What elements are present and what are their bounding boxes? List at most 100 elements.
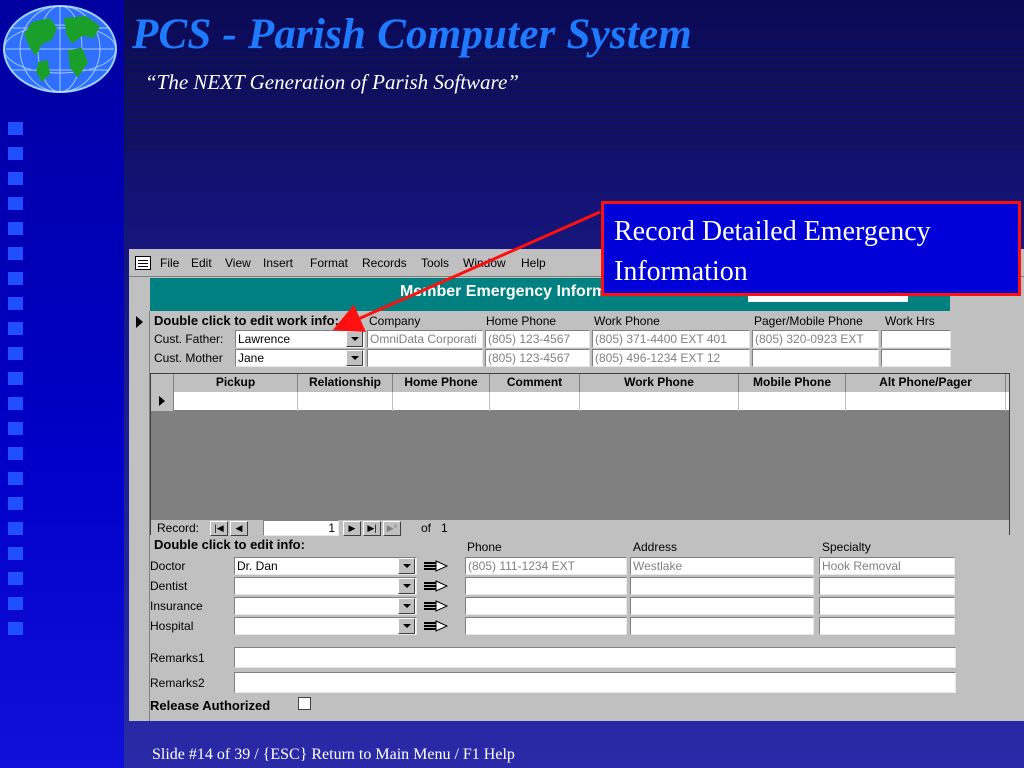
hospital-name-combo[interactable] [234, 617, 417, 635]
table-row[interactable] [151, 392, 1009, 411]
doctor-specialty[interactable]: Hook Removal [819, 557, 955, 575]
father-work-phone[interactable]: (805) 371-4400 EXT 401 [592, 330, 750, 348]
menu-insert[interactable]: Insert [263, 256, 293, 270]
father-company[interactable]: OmniData Corporati [367, 330, 483, 348]
first-record-icon[interactable]: |◀ [210, 521, 228, 536]
dentist-name-combo[interactable] [234, 577, 417, 595]
insurance-dropdown-icon[interactable] [398, 598, 415, 614]
row-selector-icon[interactable] [151, 392, 174, 411]
prev-record-icon[interactable]: ◀ [230, 521, 248, 536]
col-relationship[interactable]: Relationship [298, 374, 393, 392]
doctor-phone[interactable]: (805) 111-1234 EXT [465, 557, 627, 575]
access-window: File Edit View Insert Format Records Too… [129, 249, 1024, 721]
remarks1-field[interactable] [234, 647, 956, 668]
cell-work-phone[interactable] [580, 392, 739, 411]
decor-square [8, 447, 23, 460]
hospital-address[interactable] [630, 617, 814, 635]
record-number-input[interactable]: 1 [263, 520, 339, 536]
col-contact-phone: Phone [467, 540, 502, 554]
remarks2-field[interactable] [234, 672, 956, 693]
insurance-specialty[interactable] [819, 597, 955, 615]
col-comment[interactable]: Comment [490, 374, 580, 392]
col-contact-specialty: Specialty [822, 540, 871, 554]
dentist-dropdown-icon[interactable] [398, 578, 415, 594]
pickup-table-header: Pickup Relationship Home Phone Comment W… [151, 374, 1009, 392]
father-dropdown-icon[interactable] [346, 331, 363, 347]
hospital-pointer-icon[interactable] [423, 620, 449, 632]
hospital-dropdown-icon[interactable] [398, 618, 415, 634]
decor-square [8, 472, 23, 485]
father-home-phone[interactable]: (805) 123-4567 [485, 330, 590, 348]
insurance-phone[interactable] [465, 597, 627, 615]
cell-mobile-phone[interactable] [739, 392, 846, 411]
mother-pager[interactable] [752, 349, 879, 367]
menu-window[interactable]: Window [463, 256, 506, 270]
dentist-label: Dentist [150, 579, 188, 593]
menu-tools[interactable]: Tools [421, 256, 449, 270]
col-pager: Pager/Mobile Phone [754, 314, 863, 328]
dentist-pointer-icon[interactable] [423, 580, 449, 592]
hospital-phone[interactable] [465, 617, 627, 635]
col-pickup[interactable]: Pickup [174, 374, 298, 392]
next-record-icon[interactable]: ▶ [343, 521, 361, 536]
current-record-icon [136, 316, 143, 328]
cell-pickup[interactable] [174, 392, 298, 411]
hospital-label: Hospital [150, 619, 194, 633]
doctor-pointer-icon[interactable] [423, 560, 449, 572]
col-mobile-phone[interactable]: Mobile Phone [739, 374, 846, 392]
col-pickup-home-phone[interactable]: Home Phone [393, 374, 490, 392]
slide-footer: Slide #14 of 39 / {ESC} Return to Main M… [152, 746, 515, 763]
work-info-label: Double click to edit work info: [154, 313, 339, 328]
decor-square [8, 297, 23, 310]
mother-work-phone[interactable]: (805) 496-1234 EXT 12 [592, 349, 750, 367]
menu-file[interactable]: File [160, 256, 179, 270]
dentist-phone[interactable] [465, 577, 627, 595]
father-work-hrs[interactable] [881, 330, 951, 348]
release-checkbox[interactable] [298, 697, 311, 710]
dentist-specialty[interactable] [819, 577, 955, 595]
new-record-icon[interactable]: ▶* [383, 521, 401, 536]
decor-square [8, 397, 23, 410]
cell-comment[interactable] [490, 392, 580, 411]
remarks2-label: Remarks2 [150, 676, 205, 690]
insurance-name-combo[interactable] [234, 597, 417, 615]
col-work-hrs: Work Hrs [885, 314, 935, 328]
record-label: Record: [157, 521, 200, 535]
father-pager[interactable]: (805) 320-0923 EXT [752, 330, 879, 348]
cell-alt-phone[interactable] [846, 392, 1006, 411]
doctor-label: Doctor [150, 559, 186, 573]
cell-home-phone[interactable] [393, 392, 490, 411]
hospital-specialty[interactable] [819, 617, 955, 635]
globe-logo-icon [3, 5, 117, 93]
doctor-address[interactable]: Westlake [630, 557, 814, 575]
mother-dropdown-icon[interactable] [346, 350, 363, 366]
record-selector[interactable] [129, 311, 150, 721]
decor-square [8, 622, 23, 635]
doctor-name-combo[interactable]: Dr. Dan [234, 557, 417, 575]
mother-home-phone[interactable]: (805) 123-4567 [485, 349, 590, 367]
col-pickup-work-phone[interactable]: Work Phone [580, 374, 739, 392]
pickup-subform: Pickup Relationship Home Phone Comment W… [150, 373, 1010, 536]
menu-format[interactable]: Format [310, 256, 348, 270]
mother-company[interactable] [367, 349, 483, 367]
cell-relationship[interactable] [298, 392, 393, 411]
menu-records[interactable]: Records [362, 256, 407, 270]
insurance-address[interactable] [630, 597, 814, 615]
col-alt-phone[interactable]: Alt Phone/Pager [846, 374, 1006, 392]
mother-work-hrs[interactable] [881, 349, 951, 367]
menu-view[interactable]: View [225, 256, 251, 270]
remarks1-label: Remarks1 [150, 651, 205, 665]
last-record-icon[interactable]: ▶| [363, 521, 381, 536]
mother-label: Cust. Mother [154, 351, 223, 365]
menu-edit[interactable]: Edit [191, 256, 212, 270]
decor-square [8, 372, 23, 385]
doctor-dropdown-icon[interactable] [398, 558, 415, 574]
decor-square [8, 122, 23, 135]
form-icon[interactable] [135, 256, 151, 270]
decor-square [8, 247, 23, 260]
dentist-address[interactable] [630, 577, 814, 595]
insurance-pointer-icon[interactable] [423, 600, 449, 612]
decor-square [8, 572, 23, 585]
header-selector [151, 374, 174, 392]
menu-help[interactable]: Help [521, 256, 546, 270]
